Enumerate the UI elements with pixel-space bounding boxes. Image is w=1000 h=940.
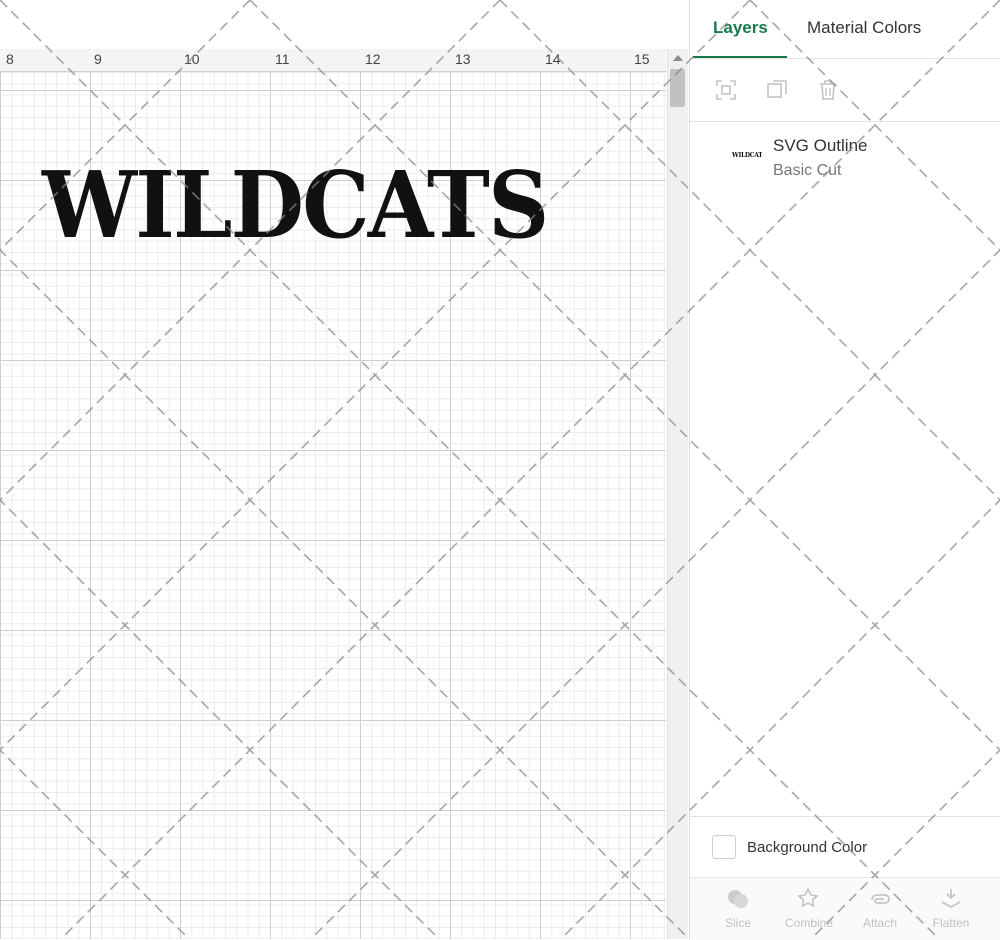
tools-divider — [690, 121, 1000, 122]
ruler-label-10: 10 — [184, 51, 200, 67]
ruler-label-8: 8 — [6, 51, 14, 67]
layer-thumbnail: WILDCATS — [732, 152, 762, 159]
delete-icon[interactable] — [816, 78, 840, 102]
background-divider — [690, 816, 1000, 817]
slice-label: Slice — [724, 916, 751, 930]
combine-icon — [797, 887, 819, 908]
slice-icon — [728, 890, 748, 908]
flatten-label: Flatten — [932, 916, 970, 930]
tab-material-colors[interactable]: Material Colors — [807, 18, 921, 38]
layer-name: SVG Outline — [773, 136, 868, 155]
layer-item-svg-outline[interactable]: WILDCATS SVG Outline Basic Cut — [690, 130, 1000, 190]
duplicate-icon[interactable] — [765, 78, 789, 102]
tab-layers[interactable]: Layers — [713, 18, 768, 38]
scroll-thumb[interactable] — [670, 69, 685, 107]
layers-panel: Layers Material Colors WILDCATS SVG Outl… — [689, 0, 1000, 940]
background-color-checkbox[interactable] — [712, 835, 736, 859]
bottom-action-bar: Slice Combine Attach Flatten — [690, 877, 1000, 940]
vertical-scrollbar[interactable] — [667, 49, 688, 939]
ruler-label-9: 9 — [94, 51, 102, 67]
ruler-label-15: 15 — [634, 51, 650, 67]
tab-divider — [690, 58, 1000, 59]
flatten-button[interactable]: Flatten — [916, 886, 986, 930]
slice-button[interactable]: Slice — [703, 886, 773, 930]
group-icon[interactable] — [714, 78, 738, 102]
layer-operation[interactable]: Basic Cut — [773, 162, 841, 180]
wildcats-design-object[interactable]: WILDCATS — [42, 159, 585, 251]
scroll-up-arrow-icon[interactable] — [673, 55, 683, 61]
attach-label: Attach — [862, 916, 898, 930]
attach-icon — [871, 894, 890, 904]
background-color-label: Background Color — [747, 839, 868, 856]
combine-button[interactable]: Combine — [774, 886, 844, 930]
ruler-label-11: 11 — [275, 51, 290, 67]
ruler-label-14: 14 — [545, 51, 561, 67]
horizontal-ruler: 8 9 10 11 12 13 14 15 — [0, 49, 666, 72]
design-canvas-area[interactable]: 8 9 10 11 12 13 14 15 WILDCATS — [0, 0, 688, 939]
combine-label: Combine — [784, 916, 834, 930]
ruler-label-13: 13 — [455, 51, 471, 67]
attach-button[interactable]: Attach — [845, 886, 915, 930]
ruler-label-12: 12 — [365, 51, 381, 67]
flatten-icon — [941, 889, 961, 909]
